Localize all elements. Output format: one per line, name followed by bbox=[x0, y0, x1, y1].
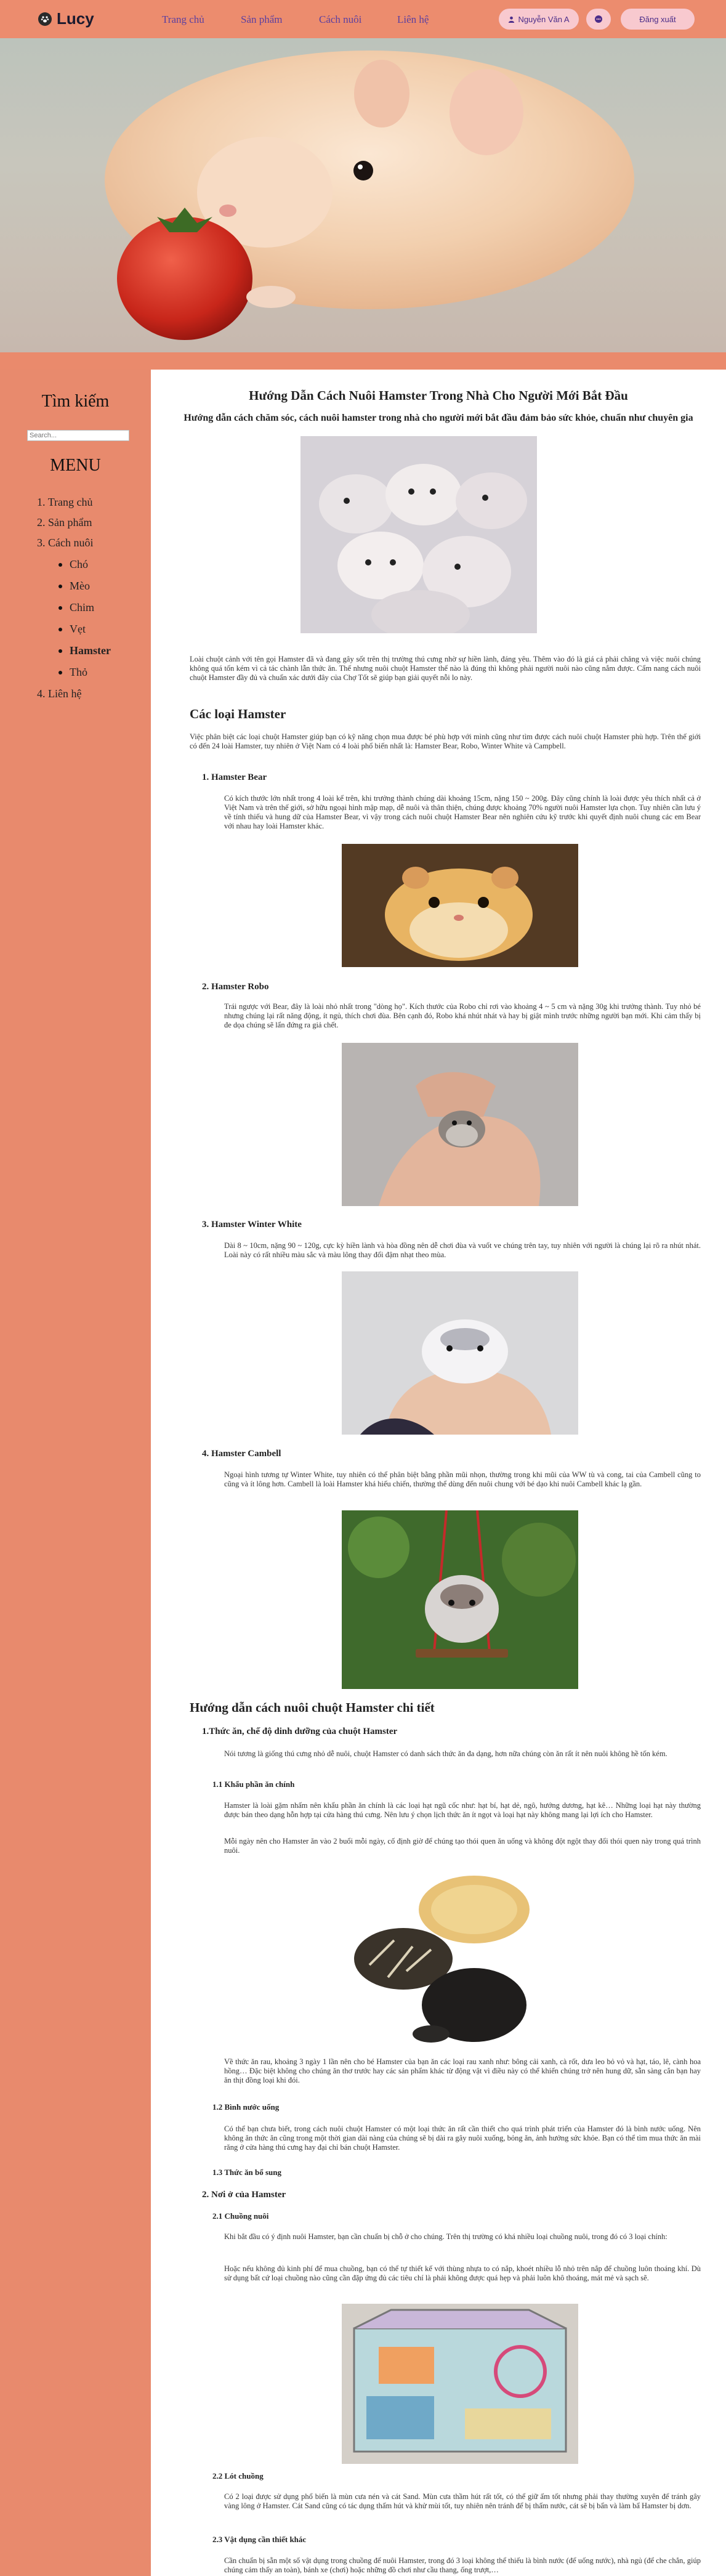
main-nav: Trang chủ Sản phẩm Cách nuôi Liên hệ bbox=[162, 14, 429, 26]
hero-divider bbox=[0, 352, 726, 370]
sidebar-menu: 1. Trang chủ 2. Sản phẩm 3. Cách nuôi Ch… bbox=[37, 496, 111, 708]
submenu-item-hamster[interactable]: Hamster bbox=[58, 644, 111, 657]
hamster-campbell-photo bbox=[342, 1510, 578, 1689]
guide-paragraph: Mỗi ngày nên cho Hamster ăn vào 2 buổi m… bbox=[224, 1837, 701, 1855]
guide-subheading: 1.2 Bình nước uống bbox=[212, 2102, 280, 2112]
search-input[interactable] bbox=[27, 430, 129, 441]
menu-label: Cách nuôi bbox=[48, 537, 94, 549]
menu-label: Liên hệ bbox=[48, 687, 82, 700]
hamster-winter-white-photo bbox=[342, 1271, 578, 1435]
menu-item-products[interactable]: 2. Sản phẩm bbox=[37, 516, 111, 529]
menu-item-care[interactable]: 3. Cách nuôi Chó Mèo Chim Vẹt Hamster Th… bbox=[37, 537, 111, 679]
menu-number: 1. bbox=[37, 496, 46, 508]
type-heading: 2. Hamster Robo bbox=[202, 982, 269, 992]
hamster-bear-photo bbox=[342, 844, 578, 967]
hamster-group-photo bbox=[300, 436, 537, 633]
nav-care[interactable]: Cách nuôi bbox=[319, 14, 397, 26]
hamster-robo-photo bbox=[342, 1043, 578, 1206]
logo[interactable]: Lucy bbox=[38, 9, 94, 28]
menu-number: 2. bbox=[37, 516, 46, 529]
paw-icon bbox=[38, 12, 52, 26]
guide-subheading: 1.3 Thức ăn bổ sung bbox=[212, 2168, 281, 2177]
guide-paragraph: Có 2 loại được sử dụng phổ biến là mùn c… bbox=[224, 2492, 701, 2510]
menu-number: 3. bbox=[37, 537, 46, 549]
guide-paragraph: Hoặc nếu không đủ kinh phí để mua chuồng… bbox=[224, 2264, 701, 2282]
submenu-item-bird[interactable]: Chim bbox=[58, 601, 111, 614]
hamster-cage-photo bbox=[342, 2304, 578, 2464]
type-heading: 4. Hamster Cambell bbox=[202, 1449, 281, 1459]
guide-subheading: 1.1 Khẩu phần ăn chính bbox=[212, 1780, 295, 1789]
menu-item-home[interactable]: 1. Trang chủ bbox=[37, 496, 111, 509]
guide-subheading: 2.2 Lót chuồng bbox=[212, 2471, 264, 2481]
type-text: Có kích thước lớn nhất trong 4 loài kể t… bbox=[224, 794, 701, 830]
care-submenu: Chó Mèo Chim Vẹt Hamster Thỏ bbox=[58, 558, 111, 679]
guide-subheading: 2.3 Vật dụng cần thiết khác bbox=[212, 2535, 307, 2544]
guide-heading: Hướng dẫn cách nuôi chuột Hamster chi ti… bbox=[190, 1700, 435, 1715]
user-icon bbox=[509, 16, 515, 23]
nav-home[interactable]: Trang chủ bbox=[162, 14, 241, 26]
submenu-item-rabbit[interactable]: Thỏ bbox=[58, 666, 111, 679]
menu-label: Sản phẩm bbox=[48, 516, 92, 529]
submenu-item-dog[interactable]: Chó bbox=[58, 558, 111, 571]
submenu-item-parrot[interactable]: Vẹt bbox=[58, 623, 111, 636]
guide-paragraph: Có thể bạn chưa biết, trong cách nuôi ch… bbox=[224, 2124, 701, 2152]
submenu-item-cat[interactable]: Mèo bbox=[58, 580, 111, 593]
menu-title: MENU bbox=[50, 456, 101, 475]
user-button[interactable]: Nguyễn Văn A bbox=[499, 9, 579, 30]
type-heading: 3. Hamster Winter White bbox=[202, 1220, 302, 1229]
guide-paragraph: Về thức ăn rau, khoảng 3 ngày 1 lần nên … bbox=[224, 2057, 701, 2084]
type-text: Ngoại hình tương tự Winter White, tuy nh… bbox=[224, 1470, 701, 1488]
article-subtitle: Hướng dẫn cách chăm sóc, cách nuôi hamst… bbox=[184, 413, 693, 423]
search-title: Tìm kiếm bbox=[41, 392, 110, 411]
menu-item-contact[interactable]: 4. Liên hệ bbox=[37, 687, 111, 700]
guide-paragraph: Hamster là loài gặm nhấm nên khẩu phần ă… bbox=[224, 1801, 701, 1819]
nav-contact[interactable]: Liên hệ bbox=[397, 14, 429, 26]
guide-paragraph: Cần chuẩn bị sẵn một số vật dụng trong c… bbox=[224, 2556, 701, 2574]
guide-paragraph: Nói tương là giống thú cưng nhỏ dễ nuôi,… bbox=[224, 1749, 668, 1758]
chat-icon bbox=[595, 15, 602, 23]
types-heading: Các loại Hamster bbox=[190, 707, 286, 721]
guide-section-heading: 2. Nơi ở của Hamster bbox=[202, 2190, 286, 2200]
type-text: Dài 8 ~ 10cm, nặng 90 ~ 120g, cực kỳ hiề… bbox=[224, 1241, 701, 1259]
guide-section-heading: 1.Thức ăn, chế độ dinh dưỡng của chuột H… bbox=[202, 1727, 398, 1736]
logout-button[interactable]: Đăng xuất bbox=[621, 9, 695, 30]
article-title: Hướng Dẫn Cách Nuôi Hamster Trong Nhà Ch… bbox=[249, 388, 628, 403]
guide-paragraph: Khi bắt đầu có ý định nuôi Hamster, bạn … bbox=[224, 2232, 668, 2241]
top-header: Lucy Trang chủ Sản phẩm Cách nuôi Liên h… bbox=[0, 0, 726, 38]
types-intro: Việc phân biệt các loại chuột Hamster gi… bbox=[190, 732, 701, 750]
menu-label: Trang chủ bbox=[47, 496, 93, 508]
type-heading: 1. Hamster Bear bbox=[202, 772, 267, 782]
menu-number: 4. bbox=[37, 687, 46, 700]
logo-text: Lucy bbox=[57, 9, 94, 28]
guide-subheading: 2.1 Chuồng nuôi bbox=[212, 2211, 269, 2221]
hero-banner-image bbox=[0, 38, 726, 352]
intro-paragraph: Loài chuột cảnh với tên gọi Hamster đã v… bbox=[190, 655, 701, 682]
nav-products[interactable]: Sản phẩm bbox=[241, 14, 319, 26]
settings-button[interactable] bbox=[586, 9, 611, 30]
user-name: Nguyễn Văn A bbox=[518, 14, 570, 24]
type-text: Trái ngược với Bear, đây là loài nhỏ nhấ… bbox=[224, 1002, 701, 1029]
hamster-food-photo bbox=[345, 1873, 532, 2051]
